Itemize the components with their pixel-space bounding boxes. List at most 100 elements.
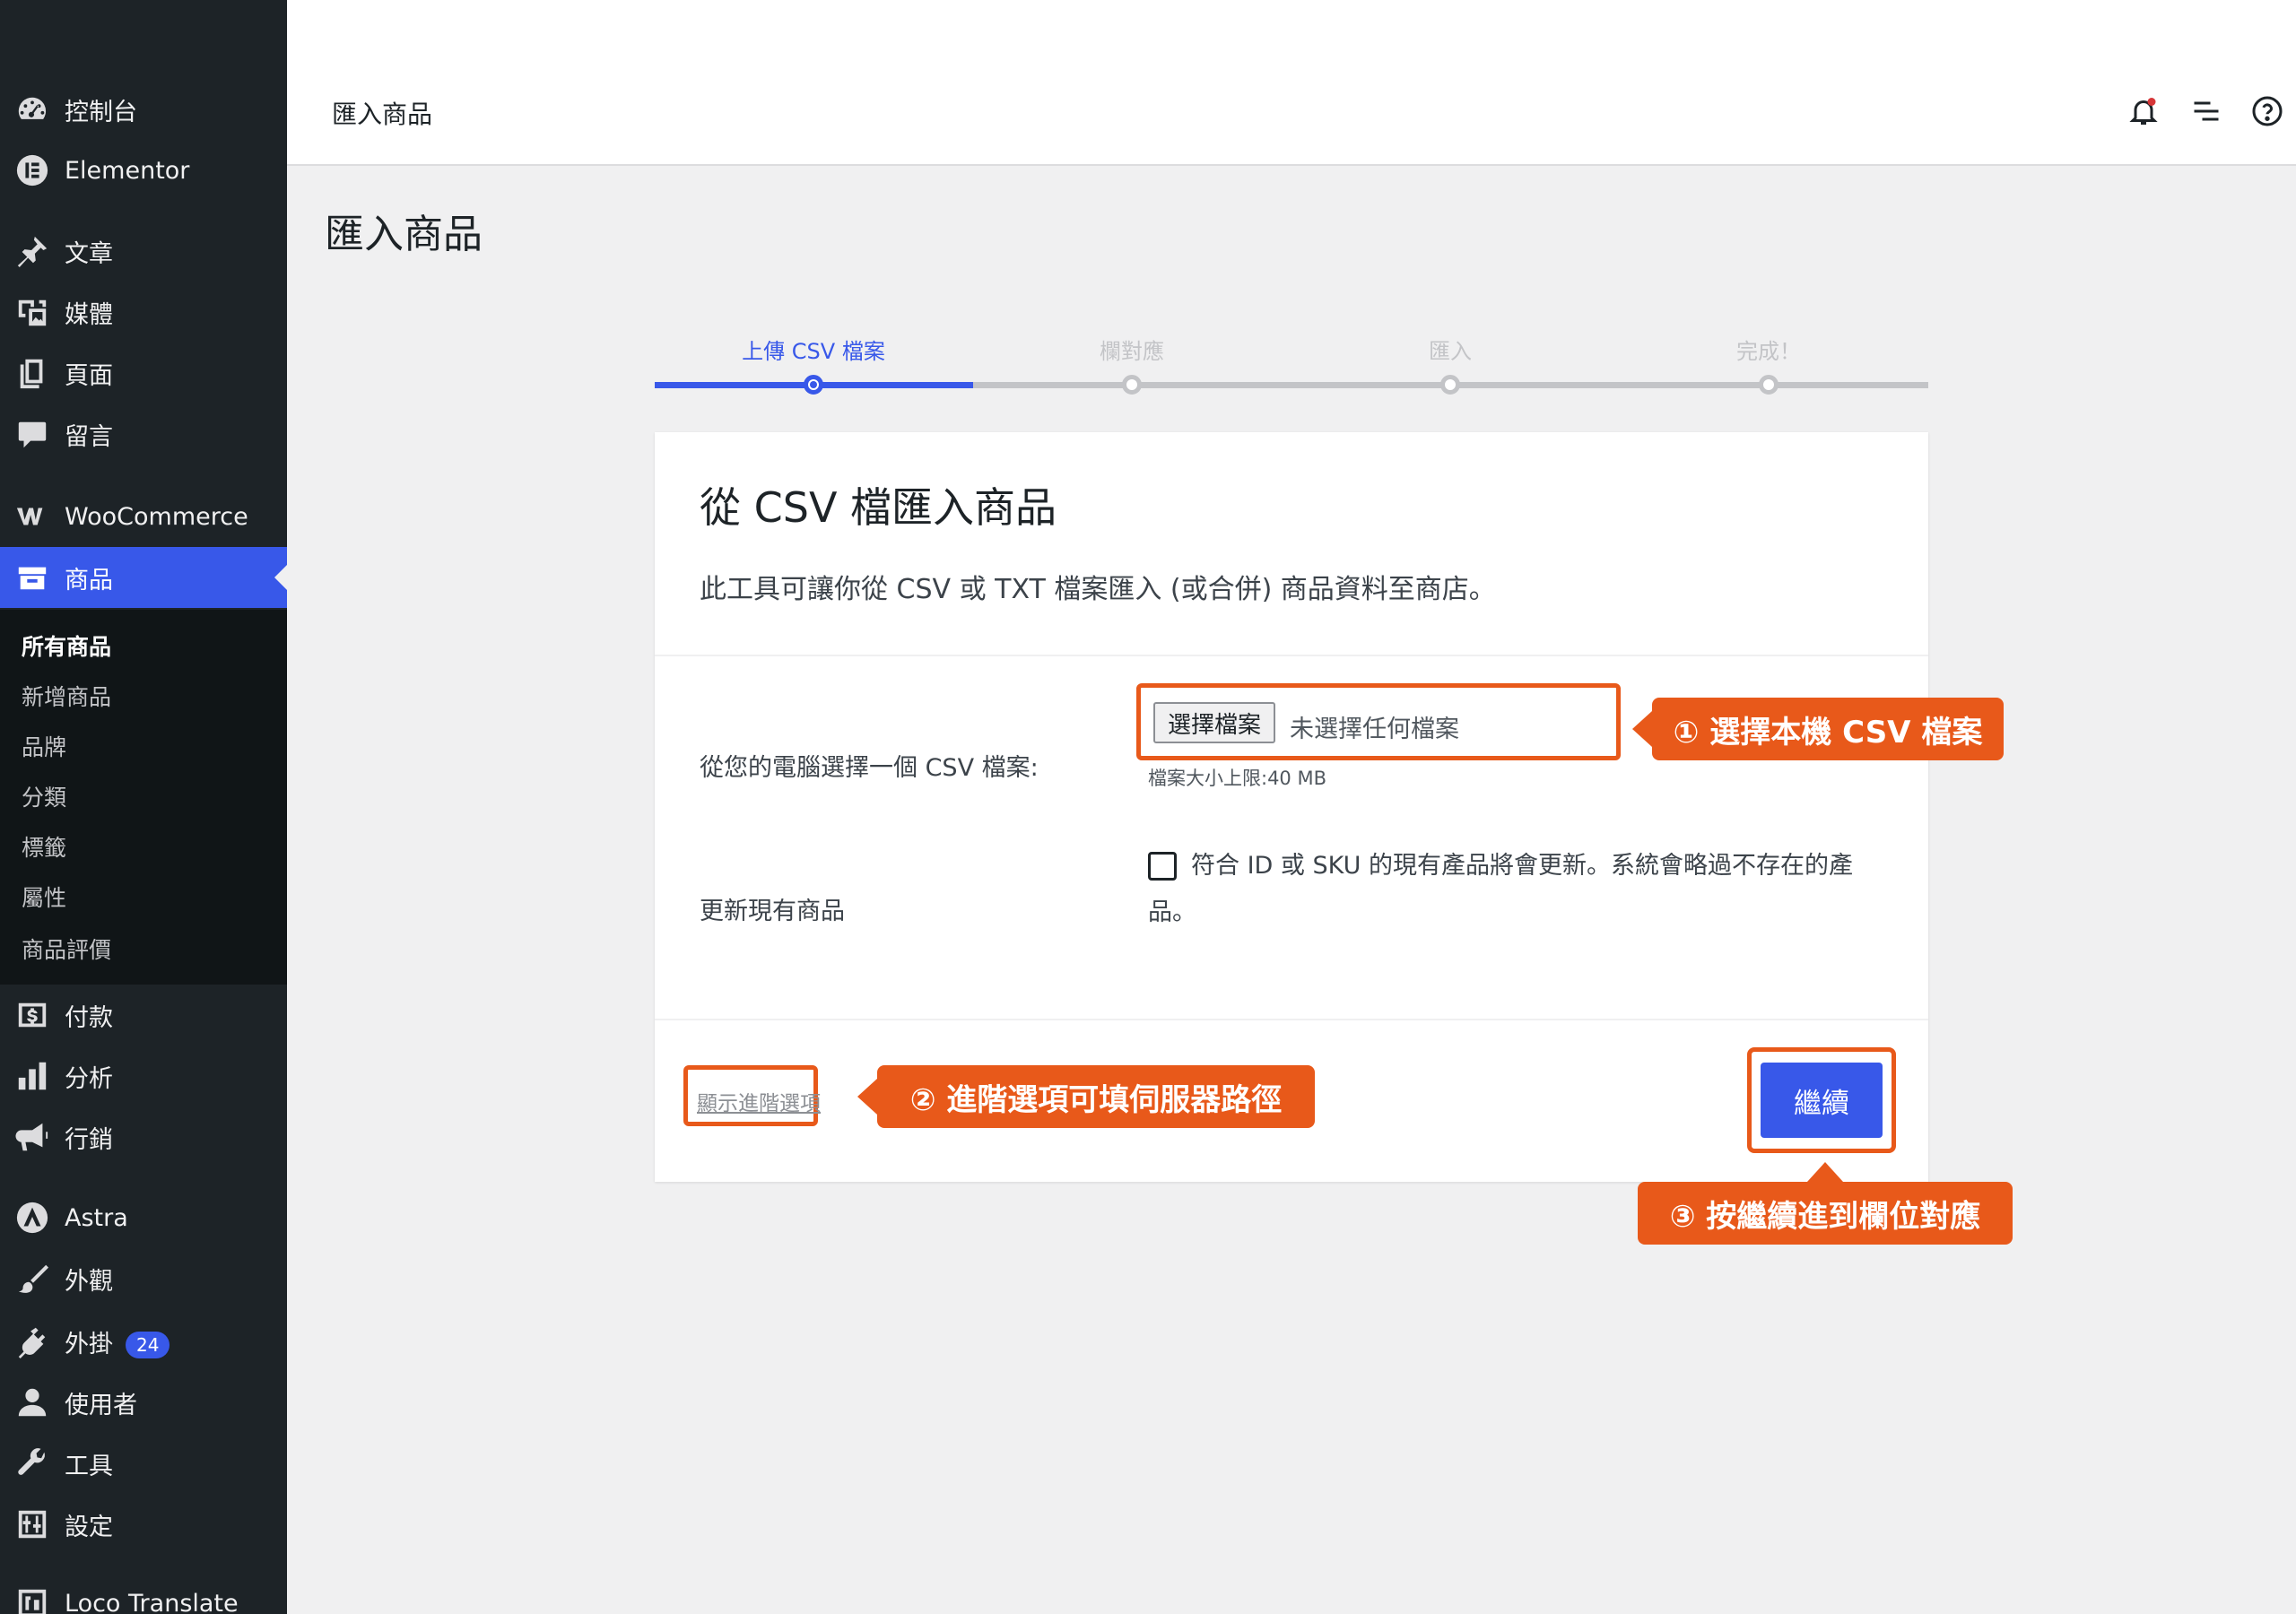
sidebar-item-label: 控制台	[65, 98, 137, 126]
step-dot-import	[1440, 375, 1460, 395]
sidebar-item-label: 商品	[65, 566, 113, 594]
sidebar-item-astra[interactable]: Astra	[0, 1187, 287, 1248]
notification-icon[interactable]	[2127, 95, 2160, 127]
sidebar-item-label: 媒體	[65, 300, 113, 329]
dollar-icon	[14, 997, 50, 1033]
help-icon[interactable]	[2251, 95, 2283, 127]
sidebar-item-users[interactable]: 使用者	[0, 1372, 287, 1433]
file-field-label: 從您的電腦選擇一個 CSV 檔案:	[700, 754, 1039, 782]
callout-arrow	[1807, 1162, 1843, 1182]
sidebar-item-label: 文章	[65, 239, 113, 268]
products-submenu: 所有商品 新增商品 品牌 分類 標籤 屬性 商品評價	[0, 610, 287, 985]
sidebar-item-appearance[interactable]: 外觀	[0, 1248, 287, 1309]
step-label-upload: 上傳 CSV 檔案	[742, 339, 885, 364]
submenu-item-reviews[interactable]: 商品評價	[22, 933, 111, 965]
page-header: 匯入商品	[287, 0, 2296, 166]
sidebar-item-label: 行銷	[65, 1125, 113, 1154]
callout-arrow	[857, 1079, 877, 1115]
sidebar-item-settings[interactable]: 設定	[0, 1494, 287, 1555]
update-description: 符合 ID 或 SKU 的現有產品將會更新。系統會略過不存在的產品。	[1148, 852, 1853, 926]
show-advanced-options-link[interactable]: 顯示進階選項	[697, 1086, 821, 1116]
sidebar-item-woocommerce[interactable]: WooCommerce	[0, 486, 287, 547]
loco-icon	[14, 1585, 50, 1614]
sidebar-item-posts[interactable]: 文章	[0, 221, 287, 282]
advanced-options-highlight: 顯示進階選項	[683, 1065, 821, 1126]
sidebar-item-label: 外觀	[65, 1267, 113, 1296]
card-title: 從 CSV 檔匯入商品	[700, 483, 1057, 532]
callout-two: ② 進階選項可填伺服器路徑	[857, 1065, 1315, 1128]
plugin-update-badge: 24	[126, 1332, 170, 1358]
sidebar-item-label: 設定	[65, 1513, 113, 1541]
wrench-icon	[14, 1445, 50, 1481]
menu-lines-icon[interactable]	[2190, 95, 2222, 127]
import-stepper: 上傳 CSV 檔案 欄對應 匯入 完成！	[655, 323, 1928, 395]
comment-icon	[14, 416, 50, 452]
sidebar-item-media[interactable]: 媒體	[0, 282, 287, 343]
step-label-mapping: 欄對應	[1100, 339, 1164, 364]
sidebar-item-analytics[interactable]: 分析	[0, 1046, 287, 1106]
breadcrumb: 匯入商品	[332, 100, 433, 129]
continue-highlight: 繼續	[1747, 1047, 1896, 1153]
sidebar-item-payments[interactable]: 付款	[0, 985, 287, 1046]
callout-text: ② 進階選項可填伺服器路徑	[909, 1081, 1283, 1118]
pages-icon	[14, 355, 50, 391]
bar-chart-icon	[14, 1058, 50, 1094]
card-divider	[655, 655, 1928, 656]
sidebar-item-label: 頁面	[65, 361, 113, 390]
sidebar-item-label: WooCommerce	[65, 502, 248, 531]
callout-text: ① 選擇本機 CSV 檔案	[1673, 714, 1983, 751]
megaphone-icon	[14, 1119, 50, 1155]
sidebar-item-products[interactable]: 商品	[0, 547, 287, 608]
active-indicator	[274, 565, 287, 590]
astra-icon	[14, 1200, 50, 1236]
callout-text: ③ 按繼續進到欄位對應	[1669, 1198, 1981, 1235]
settings-icon	[14, 1506, 50, 1542]
step-label-done: 完成！	[1736, 339, 1801, 364]
sidebar-item-loco-translate[interactable]: Loco Translate	[0, 1573, 287, 1614]
sidebar-item-elementor[interactable]: Elementor	[0, 140, 287, 201]
step-label-import: 匯入	[1429, 339, 1472, 364]
sidebar-item-plugins[interactable]: 外掛 24	[0, 1311, 287, 1372]
submenu-item-attributes[interactable]: 屬性	[22, 881, 66, 913]
sidebar-item-marketing[interactable]: 行銷	[0, 1106, 287, 1167]
sidebar-item-pages[interactable]: 頁面	[0, 343, 287, 404]
update-field-label: 更新現有商品	[700, 898, 845, 925]
step-dot-mapping	[1122, 375, 1142, 395]
brush-icon	[14, 1261, 50, 1297]
plugin-icon	[14, 1323, 50, 1359]
update-existing-checkbox[interactable]	[1148, 852, 1177, 881]
sidebar-item-label: 外掛 24	[65, 1324, 170, 1359]
step-dot-upload	[804, 375, 823, 395]
elementor-icon	[14, 152, 50, 188]
sidebar-item-label: 分析	[65, 1064, 113, 1093]
card-divider	[655, 1019, 1928, 1020]
submenu-item-tags[interactable]: 標籤	[22, 830, 66, 863]
submenu-item-all-products[interactable]: 所有商品	[22, 629, 111, 662]
sidebar-item-label: Loco Translate	[65, 1589, 239, 1614]
choose-file-button[interactable]: 選擇檔案	[1153, 702, 1276, 743]
callout-one: ① 選擇本機 CSV 檔案	[1632, 698, 2004, 760]
sidebar-item-label: 付款	[65, 1003, 113, 1032]
media-icon	[14, 294, 50, 330]
pin-icon	[14, 233, 50, 269]
sidebar-item-label: Astra	[65, 1203, 128, 1232]
callout-arrow	[1632, 711, 1652, 747]
sidebar-item-label: 工具	[65, 1452, 113, 1480]
file-input-highlight: 選擇檔案 未選擇任何檔案	[1136, 683, 1621, 760]
submenu-item-add-product[interactable]: 新增商品	[22, 680, 111, 712]
admin-sidebar: 控制台 Elementor 文章 媒體 頁面 留言 WooCommerce 商品…	[0, 0, 287, 1614]
sidebar-item-label: 留言	[65, 422, 113, 451]
submenu-item-categories[interactable]: 分類	[22, 780, 66, 812]
step-dot-done	[1759, 375, 1779, 395]
file-size-limit: 檔案大小上限:40 MB	[1148, 768, 1326, 789]
dashboard-icon	[14, 91, 50, 127]
sidebar-item-dashboard[interactable]: 控制台	[0, 79, 287, 140]
continue-button[interactable]: 繼續	[1761, 1063, 1883, 1138]
sidebar-item-label: Elementor	[65, 156, 190, 185]
submenu-item-brands[interactable]: 品牌	[22, 730, 66, 762]
sidebar-item-comments[interactable]: 留言	[0, 404, 287, 464]
sidebar-item-tools[interactable]: 工具	[0, 1433, 287, 1494]
sidebar-item-label: 使用者	[65, 1391, 137, 1419]
user-icon	[14, 1384, 50, 1420]
page-title: 匯入商品	[325, 212, 483, 257]
